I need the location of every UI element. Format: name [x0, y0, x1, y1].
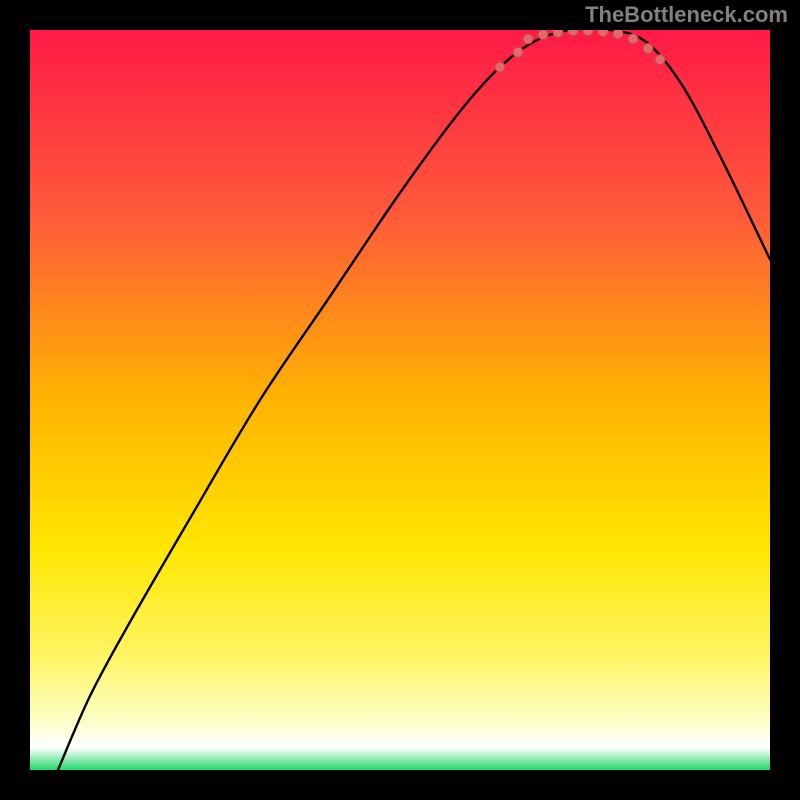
highlight-point — [553, 30, 563, 37]
attribution-text: TheBottleneck.com — [585, 2, 788, 28]
highlight-point — [655, 55, 665, 65]
highlight-point — [583, 30, 593, 36]
highlight-point — [513, 47, 523, 57]
chart-container: TheBottleneck.com — [0, 0, 800, 800]
highlight-point — [538, 30, 548, 39]
highlight-point — [643, 44, 653, 54]
plot-area — [30, 30, 770, 770]
highlight-point — [523, 34, 533, 44]
highlight-point — [598, 30, 608, 36]
highlight-point — [628, 34, 638, 44]
highlight-point — [568, 30, 578, 36]
bottleneck-curve-chart — [30, 30, 770, 770]
highlight-point — [495, 62, 505, 72]
gradient-background — [30, 30, 770, 770]
highlight-point — [613, 30, 623, 39]
